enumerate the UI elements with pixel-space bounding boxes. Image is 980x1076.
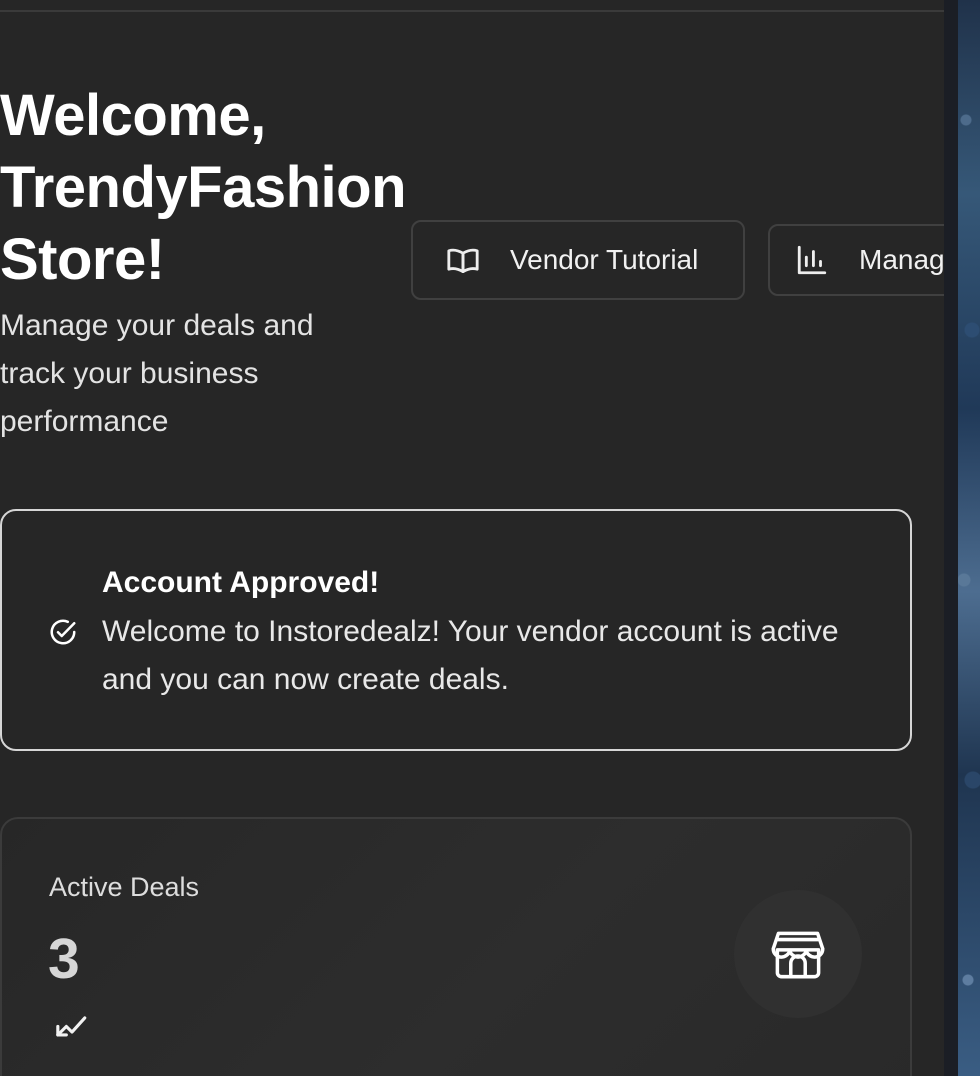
top-divider (0, 10, 944, 12)
page-subtitle: Manage your deals and track your busines… (0, 309, 314, 438)
vendor-tutorial-label: Vendor Tutorial (510, 244, 699, 275)
manage-label: Manag (859, 244, 944, 275)
check-circle-icon (48, 617, 78, 647)
bar-chart-icon (795, 243, 829, 277)
page-title: Welcome, TrendyFashion Store! (0, 83, 407, 292)
active-deals-value: 3 (48, 927, 80, 991)
background-image-strip (958, 0, 980, 1076)
active-deals-label: Active Deals (49, 872, 200, 902)
trending-up-icon (55, 1012, 89, 1038)
approval-title: Account Approved! (102, 566, 380, 599)
manage-button[interactable]: Manag (768, 224, 944, 296)
vendor-tutorial-button[interactable]: Vendor Tutorial (411, 220, 745, 300)
store-icon-badge (734, 890, 862, 1018)
book-open-icon (446, 243, 480, 277)
vendor-dashboard-viewport: Welcome, TrendyFashion Store! Manage you… (0, 0, 944, 1076)
store-icon (771, 931, 825, 979)
approval-message: Welcome to Instoredealz! Your vendor acc… (102, 615, 839, 696)
right-edge-divider (944, 0, 958, 1076)
